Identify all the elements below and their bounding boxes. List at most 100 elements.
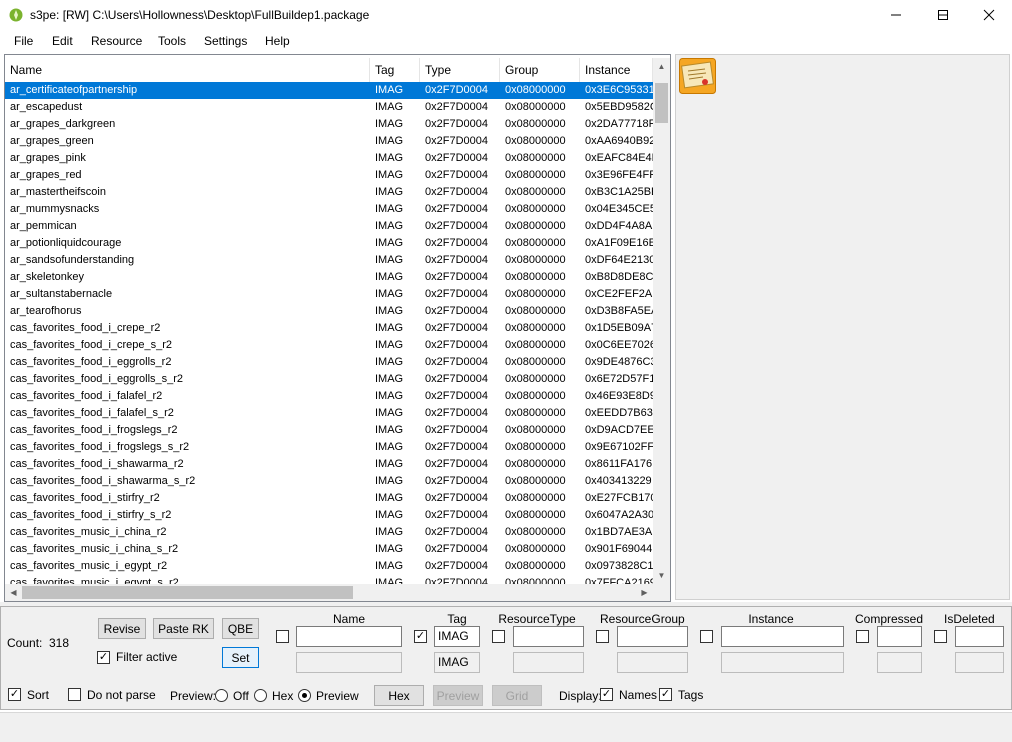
hex-button[interactable]: Hex bbox=[374, 685, 424, 706]
scroll-left-icon[interactable]: ◀ bbox=[5, 584, 22, 601]
filter-resourcegroup-checkbox[interactable] bbox=[596, 630, 609, 643]
cell-type: 0x2F7D0004 bbox=[425, 169, 488, 181]
selected-isdeleted-field bbox=[955, 652, 1004, 673]
filter-compressed-input[interactable] bbox=[877, 626, 922, 647]
filter-isdeleted-input[interactable] bbox=[955, 626, 1004, 647]
menu-resource[interactable]: Resource bbox=[91, 34, 142, 48]
menu-edit[interactable]: Edit bbox=[52, 34, 73, 48]
filter-tag-input[interactable]: IMAG bbox=[434, 626, 480, 647]
filter-resourcegroup-input[interactable] bbox=[617, 626, 688, 647]
table-row[interactable]: cas_favorites_music_i_china_r2 IMAG 0x2F7D… bbox=[5, 524, 653, 541]
table-row[interactable]: ar_sandsofunderstanding IMAG 0x2F7D0004 0x0… bbox=[5, 252, 653, 269]
table-row[interactable]: cas_favorites_music_i_china_s_r2 IMAG 0x2F… bbox=[5, 541, 653, 558]
table-row[interactable]: cas_favorites_food_i_falafel_s_r2 IMAG 0x2… bbox=[5, 405, 653, 422]
cell-type: 0x2F7D0004 bbox=[425, 101, 488, 113]
table-row[interactable]: cas_favorites_food_i_frogslegs_s_r2 IMAG 0… bbox=[5, 439, 653, 456]
table-row[interactable]: ar_skeletonkey IMAG 0x2F7D0004 0x08000000 0x… bbox=[5, 269, 653, 286]
scroll-right-icon[interactable]: ▶ bbox=[636, 584, 653, 601]
filter-tag-checkbox[interactable]: ✓ bbox=[414, 630, 427, 643]
table-row[interactable]: cas_favorites_food_i_eggrolls_r2 IMAG 0x2F… bbox=[5, 354, 653, 371]
filter-name-checkbox[interactable] bbox=[276, 630, 289, 643]
menu-settings[interactable]: Settings bbox=[204, 34, 247, 48]
preview-button[interactable]: Preview bbox=[433, 685, 483, 706]
table-row[interactable]: ar_mastertheifscoin IMAG 0x2F7D0004 0x08000… bbox=[5, 184, 653, 201]
filter-instance-input[interactable] bbox=[721, 626, 844, 647]
window-minimize[interactable] bbox=[873, 0, 919, 30]
cell-type: 0x2F7D0004 bbox=[425, 305, 488, 317]
horizontal-scroll-thumb[interactable] bbox=[22, 586, 353, 599]
menu-file[interactable]: File bbox=[14, 34, 33, 48]
column-header-name[interactable]: Name bbox=[5, 58, 370, 82]
table-row[interactable]: ar_grapes_red IMAG 0x2F7D0004 0x08000000 0x3… bbox=[5, 167, 653, 184]
table-row[interactable]: cas_favorites_food_i_eggrolls_s_r2 IMAG 0x… bbox=[5, 371, 653, 388]
table-row[interactable]: cas_favorites_food_i_frogslegs_r2 IMAG 0x2… bbox=[5, 422, 653, 439]
preview-preview-radio[interactable] bbox=[298, 689, 311, 702]
table-row[interactable]: ar_tearofhorus IMAG 0x2F7D0004 0x08000000 0x… bbox=[5, 303, 653, 320]
vertical-scrollbar[interactable]: ▲ ▼ bbox=[653, 58, 670, 584]
scroll-down-icon[interactable]: ▼ bbox=[653, 567, 670, 584]
column-header-type[interactable]: Type bbox=[420, 58, 500, 82]
filter-name-input[interactable] bbox=[296, 626, 402, 647]
filter-resourcetype-input[interactable] bbox=[513, 626, 584, 647]
preview-off-radio[interactable] bbox=[215, 689, 228, 702]
table-row[interactable]: ar_grapes_darkgreen IMAG 0x2F7D0004 0x08000… bbox=[5, 116, 653, 133]
display-names-checkbox[interactable]: ✓ bbox=[600, 688, 613, 701]
cell-name: ar_grapes_red bbox=[10, 169, 82, 181]
do-not-parse-checkbox[interactable] bbox=[68, 688, 81, 701]
table-row[interactable]: cas_favorites_food_i_stirfry_r2 IMAG 0x2F7… bbox=[5, 490, 653, 507]
cell-name: cas_favorites_food_i_shawarma_r2 bbox=[10, 458, 184, 470]
column-header-group[interactable]: Group bbox=[500, 58, 580, 82]
resource-list[interactable]: Name Tag Type Group Instance ar_certific… bbox=[4, 54, 671, 602]
scroll-up-icon[interactable]: ▲ bbox=[653, 58, 670, 75]
table-row[interactable]: cas_favorites_food_i_crepe_s_r2 IMAG 0x2F7… bbox=[5, 337, 653, 354]
table-row[interactable]: cas_favorites_food_i_shawarma_s_r2 IMAG 0x… bbox=[5, 473, 653, 490]
filter-active-checkbox[interactable]: ✓ bbox=[97, 651, 110, 664]
cell-tag: IMAG bbox=[375, 237, 404, 249]
table-row[interactable]: cas_favorites_music_i_egypt_s_r2 IMAG 0x2F… bbox=[5, 575, 653, 584]
table-row[interactable]: ar_grapes_green IMAG 0x2F7D0004 0x08000000 0… bbox=[5, 133, 653, 150]
table-row[interactable]: cas_favorites_food_i_crepe_r2 IMAG 0x2F7D0… bbox=[5, 320, 653, 337]
set-button[interactable]: Set bbox=[222, 647, 259, 668]
column-header-tag[interactable]: Tag bbox=[370, 58, 420, 82]
filter-isdeleted-checkbox[interactable] bbox=[934, 630, 947, 643]
window-title: s3pe: [RW] C:\Users\Hollowness\Desktop\F… bbox=[30, 8, 370, 22]
table-row[interactable]: cas_favorites_food_i_falafel_r2 IMAG 0x2F7… bbox=[5, 388, 653, 405]
window-maximize[interactable] bbox=[920, 0, 966, 30]
display-tags-checkbox[interactable]: ✓ bbox=[659, 688, 672, 701]
sort-checkbox[interactable]: ✓ bbox=[8, 688, 21, 701]
selected-tag-field: IMAG bbox=[434, 652, 480, 673]
cell-tag: IMAG bbox=[375, 424, 404, 436]
column-header-instance[interactable]: Instance bbox=[580, 58, 653, 82]
cell-name: ar_mastertheifscoin bbox=[10, 186, 106, 198]
cell-instance: 0x7FFCA2169 bbox=[585, 577, 653, 584]
table-row[interactable]: cas_favorites_food_i_shawarma_r2 IMAG 0x2F… bbox=[5, 456, 653, 473]
filter-compressed-checkbox[interactable] bbox=[856, 630, 869, 643]
table-row[interactable]: ar_escapedust IMAG 0x2F7D0004 0x08000000 0x5… bbox=[5, 99, 653, 116]
filter-instance-checkbox[interactable] bbox=[700, 630, 713, 643]
revise-button[interactable]: Revise bbox=[98, 618, 146, 639]
filter-resourcetype-checkbox[interactable] bbox=[492, 630, 505, 643]
cell-type: 0x2F7D0004 bbox=[425, 356, 488, 368]
table-row[interactable]: ar_mummysnacks IMAG 0x2F7D0004 0x08000000 0x… bbox=[5, 201, 653, 218]
table-row[interactable]: ar_grapes_pink IMAG 0x2F7D0004 0x08000000 0x… bbox=[5, 150, 653, 167]
vertical-scroll-thumb[interactable] bbox=[655, 83, 668, 123]
table-row[interactable]: ar_potionliquidcourage IMAG 0x2F7D0004 0x08… bbox=[5, 235, 653, 252]
horizontal-scrollbar[interactable]: ◀ ▶ bbox=[5, 584, 653, 601]
table-row[interactable]: ar_pemmican IMAG 0x2F7D0004 0x08000000 0xDD4… bbox=[5, 218, 653, 235]
cell-instance: 0xB8D8DE8C bbox=[585, 271, 653, 283]
grid-button[interactable]: Grid bbox=[492, 685, 542, 706]
table-row[interactable]: ar_certificateofpartnership IMAG 0x2F7D000… bbox=[5, 82, 653, 99]
cell-type: 0x2F7D0004 bbox=[425, 135, 488, 147]
cell-name: cas_favorites_food_i_falafel_s_r2 bbox=[10, 407, 174, 419]
menu-tools[interactable]: Tools bbox=[158, 34, 186, 48]
certificate-thumbnail-icon[interactable] bbox=[679, 58, 716, 94]
table-row[interactable]: ar_sultanstabernacle IMAG 0x2F7D0004 0x0800… bbox=[5, 286, 653, 303]
paste-rk-button[interactable]: Paste RK bbox=[153, 618, 214, 639]
cell-instance: 0xB3C1A25BE bbox=[585, 186, 653, 198]
preview-hex-radio[interactable] bbox=[254, 689, 267, 702]
qbe-button[interactable]: QBE bbox=[222, 618, 259, 639]
table-row[interactable]: cas_favorites_food_i_stirfry_s_r2 IMAG 0x2… bbox=[5, 507, 653, 524]
window-close[interactable] bbox=[966, 0, 1012, 30]
menu-help[interactable]: Help bbox=[265, 34, 290, 48]
table-row[interactable]: cas_favorites_music_i_egypt_r2 IMAG 0x2F7D… bbox=[5, 558, 653, 575]
